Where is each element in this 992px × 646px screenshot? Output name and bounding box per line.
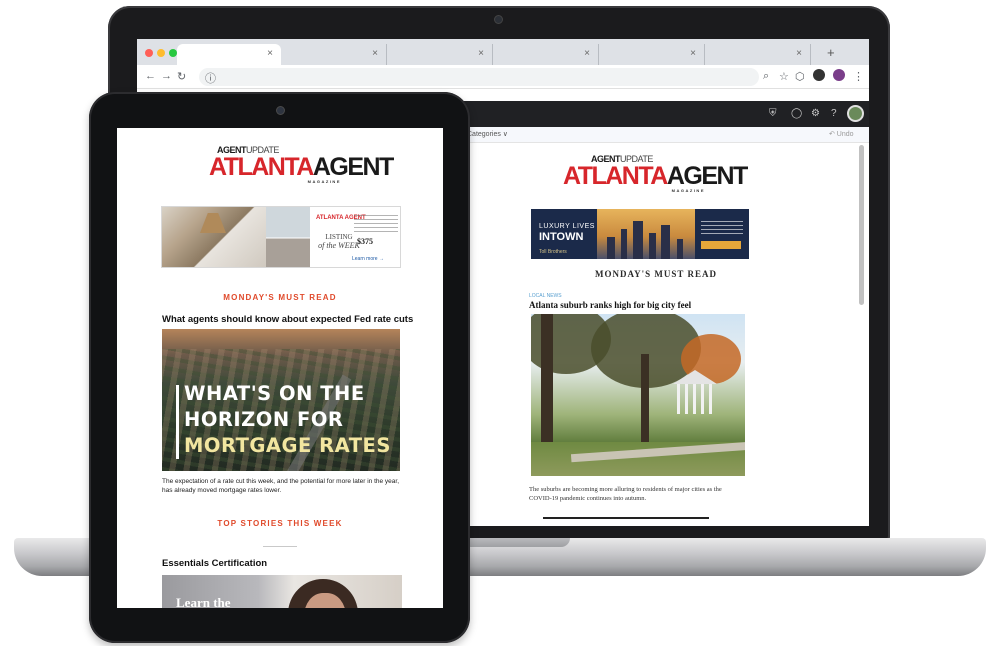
site-info-icon[interactable]: ⓘ [205,70,216,86]
maximize-window-button[interactable] [169,49,177,57]
divider [263,546,297,547]
browser-tab[interactable]: × [283,44,387,65]
browser-tab[interactable]: × [495,44,599,65]
ad-copy-lines [701,221,743,235]
section-heading: MONDAY'S MUST READ [594,269,717,279]
story-headline[interactable]: Essentials Certification [162,558,267,569]
gear-icon[interactable]: ⚙ [811,108,820,119]
minimize-window-button[interactable] [157,49,165,57]
browser-tab[interactable]: × [177,44,281,65]
listing-thumbnails [266,207,310,267]
profile-icon[interactable] [813,69,825,81]
extension-icon[interactable]: ⬡ [795,70,805,83]
logo-atlanta-text: ATLANTA [209,153,314,181]
hero-line-1: WHAT'S ON THE [184,382,365,405]
scrollbar[interactable] [859,145,864,305]
browser-tab[interactable]: × [601,44,705,65]
close-window-button[interactable] [145,49,153,57]
ad-cta-button[interactable] [701,241,741,249]
hero-line-3: MORTGAGE RATES [184,434,391,457]
reload-icon[interactable]: ↻ [177,70,186,83]
help-icon[interactable]: ? [831,108,837,119]
divider [543,517,709,519]
mortgage-rates-hero-image[interactable]: WHAT'S ON THE HORIZON FOR MORTGAGE RATES [162,329,400,471]
logo-agent-main-text: AGENT [666,162,749,190]
logo-agent-main-text: AGENT [312,153,395,181]
tab-close-icon[interactable]: × [690,48,696,59]
address-bar[interactable]: ⓘ [199,68,759,86]
categories-dropdown[interactable]: Categories ∨ [467,130,508,138]
star-icon[interactable]: ☆ [779,70,789,83]
ad-advertiser-text: Toll Brothers [539,249,567,255]
email-body: AGENTUPDATE ATLANTAAGENT MAGAZINE LUXURY… [519,143,793,526]
listing-line-2: of the WEEK [318,241,360,251]
tab-close-icon[interactable]: × [267,48,273,59]
gazebo-park-photo[interactable] [531,314,745,476]
tab-close-icon[interactable]: × [584,48,590,59]
browser-tab-bar: × × × × × × + [137,39,869,65]
new-tab-button[interactable]: + [827,45,835,60]
tablet-screen: AGENTUPDATE ATLANTAAGENT MAGAZINE ATLANT… [117,128,443,608]
story-caption: The expectation of a rate cut this week,… [162,478,400,494]
gazebo-shape [673,370,717,420]
laptop-camera [494,15,503,24]
section-heading-must-read: MONDAY'S MUST READ [223,293,337,302]
listing-price: $375 [357,237,373,246]
kitchen-photo [162,207,266,267]
zoom-icon[interactable]: ⌕ [763,70,769,83]
atlanta-agent-logo: AGENTUPDATE ATLANTAAGENT MAGAZINE [209,146,394,184]
story-label: LOCAL NEWS [529,293,562,299]
story-caption: The suburbs are becoming more alluring t… [529,486,722,502]
ad-blurb-lines [354,215,398,233]
forward-icon[interactable]: → [161,70,172,82]
atlanta-agent-logo: AGENTUPDATE ATLANTAAGENT MAGAZINE [563,155,748,193]
promo-text: Learn the [176,595,231,608]
tablet-camera [276,106,285,115]
tab-close-icon[interactable]: × [372,48,378,59]
ad-intown-text: INTOWN [539,231,584,243]
learn-more-link[interactable]: Learn more → [352,256,384,262]
account-icon[interactable] [833,69,845,81]
story-headline[interactable]: What agents should know about expected F… [162,314,413,325]
section-heading-top-stories: TOP STORIES THIS WEEK [217,519,343,528]
hero-accent-bar [176,385,179,459]
intown-ad-banner[interactable]: LUXURY LIVES INTOWN Toll Brothers [531,209,749,259]
tab-close-icon[interactable]: × [478,48,484,59]
ad-luxury-text: LUXURY LIVES [539,223,595,230]
shield-icon[interactable]: ⛨ [769,108,777,119]
back-icon[interactable]: ← [145,70,156,82]
browser-tab[interactable]: × [707,44,811,65]
tab-close-icon[interactable]: × [796,48,802,59]
browser-tab[interactable]: × [389,44,493,65]
logo-atlanta-text: ATLANTA [563,162,668,190]
circle-icon[interactable]: ◯ [791,108,802,119]
skyline-image [597,209,695,259]
listing-of-the-week-ad[interactable]: ATLANTA AGENT LISTING of the WEEK $375 L… [161,206,401,268]
browser-toolbar: ← → ↻ ⓘ ⌕ ☆ ⬡ ⋮ [137,65,869,89]
menu-icon[interactable]: ⋮ [853,70,864,83]
certification-promo-image[interactable]: Learn the [162,575,402,608]
hero-line-2: HORIZON FOR [184,408,344,431]
avatar[interactable] [847,105,864,122]
story-headline[interactable]: Atlanta suburb ranks high for big city f… [529,300,691,310]
undo-button[interactable]: ↶ Undo [829,130,854,138]
